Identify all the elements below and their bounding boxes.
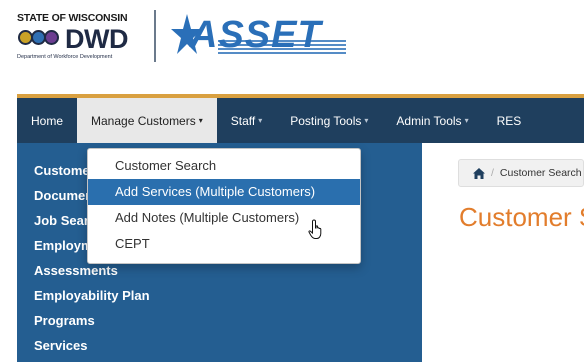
breadcrumb-separator: / [491, 167, 494, 179]
sidebar-item-employability-plan[interactable]: Employability Plan [17, 283, 422, 308]
breadcrumb-current: Customer Search [499, 167, 582, 179]
caret-down-icon: ▾ [464, 116, 469, 125]
dwd-logo-subtitle: Department of Workforce Development [17, 54, 113, 60]
manage-customers-dropdown: Customer Search Add Services (Multiple C… [87, 148, 361, 264]
sidebar-item-services[interactable]: Services [17, 333, 422, 358]
nav-posting-tools-label: Posting Tools [290, 113, 362, 128]
logo-divider [154, 10, 156, 62]
nav-admin-tools[interactable]: Admin Tools ▾ [382, 98, 482, 143]
page-title: Customer Search [459, 202, 584, 232]
dropdown-item-customer-search[interactable]: Customer Search [88, 153, 360, 179]
asset-logo-lines [218, 40, 346, 56]
nav-admin-tools-label: Admin Tools [396, 113, 462, 128]
nav-res-label: RES [496, 113, 522, 128]
caret-down-icon: ▾ [198, 116, 203, 125]
nav-home-label: Home [31, 113, 64, 128]
caret-down-icon: ▾ [364, 116, 369, 125]
breadcrumb: / Customer Search [458, 159, 584, 187]
nav-staff[interactable]: Staff ▾ [217, 98, 276, 143]
dropdown-item-add-services[interactable]: Add Services (Multiple Customers) [88, 179, 360, 205]
main-navbar: Home Manage Customers ▾ Staff ▾ Posting … [17, 94, 584, 143]
caret-down-icon: ▾ [258, 116, 263, 125]
nav-manage-customers-label: Manage Customers [91, 113, 196, 128]
dwd-logo-state: STATE OF WISCONSIN [17, 12, 128, 24]
nav-res[interactable]: RES [483, 98, 536, 143]
dwd-logo-circles-icon [18, 30, 59, 45]
home-icon[interactable] [473, 167, 485, 179]
dwd-logo[interactable]: STATE OF WISCONSIN DWD Department of Wor… [17, 8, 167, 70]
nav-posting-tools[interactable]: Posting Tools ▾ [276, 98, 382, 143]
page: STATE OF WISCONSIN DWD Department of Wor… [0, 0, 584, 362]
nav-staff-label: Staff [230, 113, 256, 128]
sidebar-item-programs[interactable]: Programs [17, 308, 422, 333]
nav-manage-customers[interactable]: Manage Customers ▾ [77, 98, 217, 143]
dwd-logo-text: DWD [65, 24, 128, 54]
nav-home[interactable]: Home [17, 98, 77, 143]
hand-cursor-icon [308, 219, 322, 239]
